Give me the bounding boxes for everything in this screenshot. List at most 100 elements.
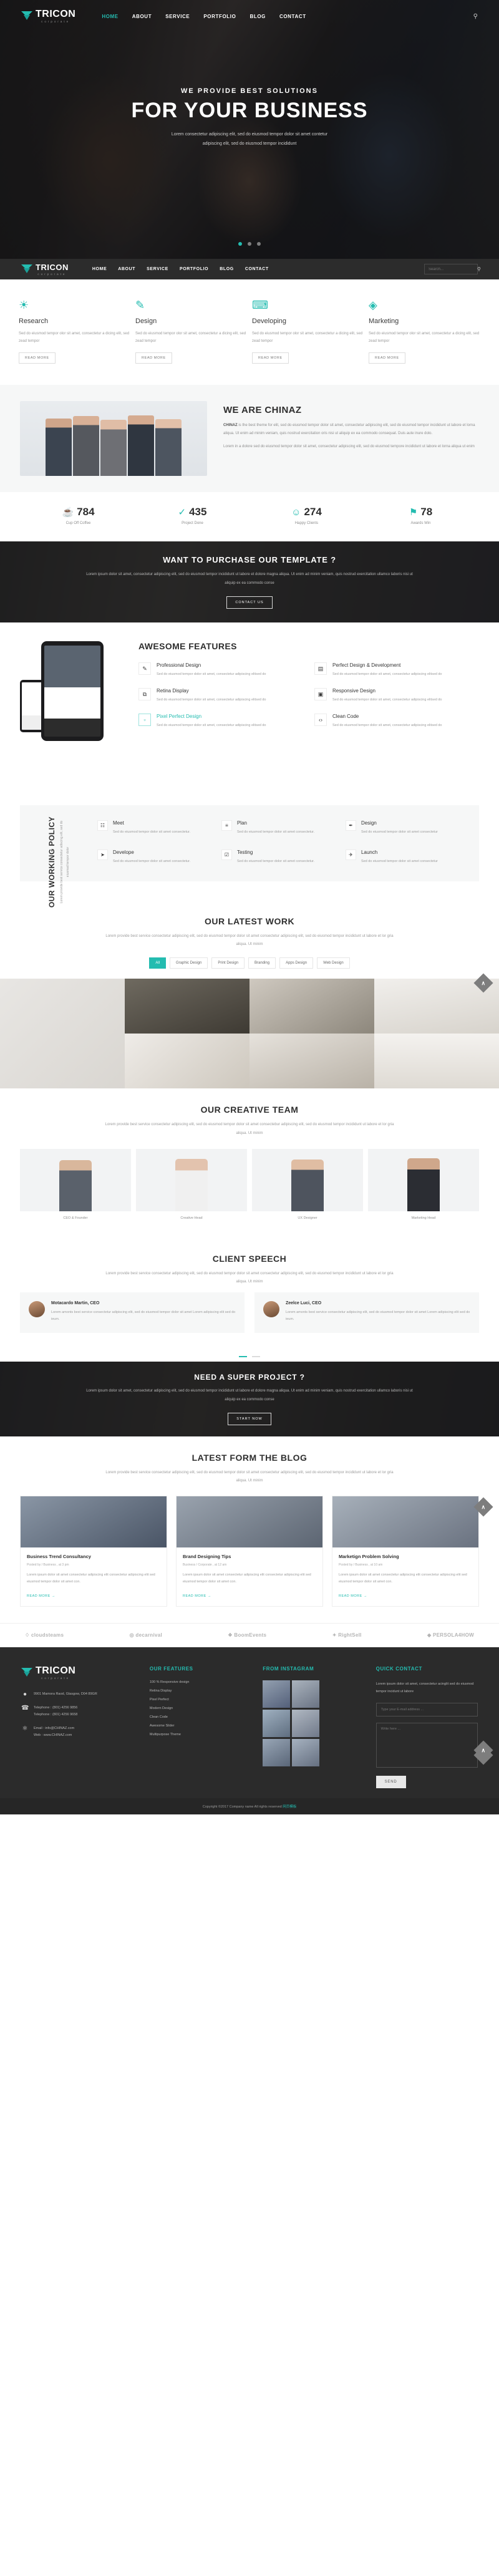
nav-item-about[interactable]: ABOUT [132, 14, 152, 19]
counter-coffee: ☕ 784 Cup Off Coffee [21, 506, 135, 525]
search-input[interactable] [429, 267, 477, 271]
search-box[interactable]: ⚲ [424, 264, 481, 274]
team-member[interactable]: Marketing Head [368, 1148, 479, 1220]
instagram-thumb[interactable] [292, 1738, 320, 1766]
testimonial-pager[interactable] [0, 1352, 499, 1362]
filter-apps-design[interactable]: Apps Design [279, 957, 314, 969]
team-member[interactable]: UX Designer [252, 1148, 363, 1220]
instagram-thumb[interactable] [263, 1680, 291, 1708]
search-icon[interactable]: ⚲ [473, 13, 478, 20]
portfolio-item[interactable] [374, 1034, 499, 1089]
sticky-nav-item-portfolio[interactable]: PORTFOLIO [180, 267, 208, 271]
client-logo-decarnival[interactable]: ◎ decarnival [130, 1632, 162, 1638]
portfolio-item[interactable] [125, 1034, 250, 1089]
blog-post-meta: Posted by / Business , at 10 am [339, 1562, 383, 1567]
feature-title: Professional Design [157, 662, 201, 668]
client-logo-persola[interactable]: ◆ PERSOLA4HOW [427, 1632, 474, 1638]
search-icon[interactable]: ⚲ [477, 266, 481, 272]
filter-web-design[interactable]: Web Design [317, 957, 350, 969]
testimonial-dot-1[interactable] [239, 1356, 248, 1358]
hero-dot-1[interactable] [238, 242, 242, 246]
footer-web[interactable]: Web : www.CHINAZ.com [34, 1732, 74, 1739]
about-paragraph-2: Lorem in a dolore sed do eiusmod tempor … [223, 445, 475, 449]
logo-diamond-icon [21, 10, 32, 22]
filter-all[interactable]: All [149, 957, 166, 969]
feature-text: Sed do eiusmod tempor dolor sit amet, co… [157, 698, 266, 702]
working-policy-section: OUR WORKING POLICY Lorem provide best se… [0, 797, 499, 908]
blog-post-card[interactable]: Business Trend Consultancy Posted by / B… [20, 1495, 167, 1607]
logo[interactable]: TRICON corporate [21, 9, 75, 23]
contact-us-button[interactable]: CONTACT US [226, 596, 273, 609]
rocket-icon: ✈ [345, 850, 356, 860]
team-member[interactable]: CEO & Founder [20, 1148, 131, 1220]
coffee-icon: ☕ [62, 507, 74, 518]
read-more-button[interactable]: READ MORE [252, 352, 289, 364]
sticky-nav-item-home[interactable]: HOME [92, 267, 107, 271]
email-field[interactable] [375, 1702, 478, 1717]
about-paragraph-1: CHINAZ is the best theme for elit, sed d… [223, 424, 475, 436]
nav-item-service[interactable]: SERVICE [165, 14, 190, 19]
sticky-nav-item-contact[interactable]: CONTACT [245, 267, 269, 271]
read-more-button[interactable]: READ MORE [135, 352, 172, 364]
counter-label: Awards Win [410, 521, 431, 525]
hero-slider-dots[interactable] [0, 240, 499, 248]
footer-email[interactable]: Email : info@CHINAZ.com [34, 1725, 74, 1732]
clients-logos-section: ♢ cloudsteams ◎ decarnival ❖ BoomEvents … [0, 1622, 499, 1647]
footer-email-row: ⚛ Email : info@CHINAZ.com Web : www.CHIN… [21, 1725, 138, 1739]
services-section: ☀ Research Sed do eiusmod tempor olor si… [0, 279, 499, 385]
blog-post-card[interactable]: Brand Designing Tips Business / Corporat… [176, 1495, 323, 1607]
filter-graphic-design[interactable]: Graphic Design [169, 957, 208, 969]
start-now-button[interactable]: START NOW [228, 1412, 271, 1425]
read-more-button[interactable]: READ MORE [19, 352, 56, 364]
client-logo-rightsell[interactable]: ✦ RightSell [332, 1632, 362, 1638]
instagram-thumb[interactable] [263, 1738, 291, 1766]
nav-item-blog[interactable]: BLOG [250, 14, 266, 19]
sticky-nav-item-about[interactable]: ABOUT [118, 267, 135, 271]
copyright-link[interactable]: 网页模板 [283, 1805, 296, 1809]
blog-post-card[interactable]: Marketign Problem Solving Posted by / Bu… [332, 1495, 479, 1607]
nav-item-portfolio[interactable]: PORTFOLIO [203, 14, 236, 19]
client-logo-boomevents[interactable]: ❖ BoomEvents [228, 1632, 266, 1638]
hero-title: FOR YOUR BUSINESS [131, 99, 368, 122]
team-member-role: Marketing Head [411, 1216, 436, 1220]
hero-dot-2[interactable] [248, 242, 251, 246]
portfolio-item[interactable] [125, 979, 250, 1034]
portfolio-item[interactable] [0, 979, 125, 1089]
instagram-thumb[interactable] [292, 1680, 320, 1708]
feature-retina-display: ⧉ Retina Display Sed do eiusmod tempor d… [138, 688, 303, 704]
filter-print-design[interactable]: Print Design [211, 957, 245, 969]
testimonial-dot-2[interactable] [251, 1356, 260, 1358]
client-logo-cloudsteams[interactable]: ♢ cloudsteams [25, 1632, 64, 1638]
blog-post-excerpt: Lorem ipsum dolor sit amet consectetur a… [27, 1572, 155, 1584]
testimonial-quote: Lorem amonts best service consectetur ad… [51, 1310, 236, 1322]
sticky-nav-item-blog[interactable]: BLOG [220, 267, 234, 271]
instagram-thumb[interactable] [263, 1709, 291, 1737]
team-member-photo [20, 1148, 131, 1211]
checkbox-icon: ☑ [221, 850, 232, 860]
sticky-logo[interactable]: TRICON corporate [21, 263, 69, 276]
hero-section: TRICON corporate HOME ABOUT SERVICE PORT… [0, 0, 499, 259]
team-member-photo [252, 1148, 363, 1211]
send-button[interactable]: SEND [375, 1775, 406, 1788]
team-member[interactable]: Creative Head [136, 1148, 247, 1220]
blog-read-more-link[interactable]: READ MORE → [183, 1594, 211, 1598]
sticky-nav-item-service[interactable]: SERVICE [147, 267, 168, 271]
footer: TRICON corporate ● 9901 Mamora Raod, Gla… [0, 1647, 499, 1798]
filter-branding[interactable]: Branding [248, 957, 276, 969]
hero-dot-3[interactable] [257, 242, 261, 246]
blog-read-more-link[interactable]: READ MORE → [339, 1594, 367, 1598]
footer-logo[interactable]: TRICON corporate [21, 1665, 138, 1680]
message-field[interactable] [375, 1722, 478, 1768]
cta2-text: Lorem ipsum dolor sit amet, consectetur … [86, 1389, 413, 1402]
instagram-thumb[interactable] [292, 1709, 320, 1737]
read-more-button[interactable]: READ MORE [369, 352, 405, 364]
portfolio-item[interactable] [250, 979, 374, 1034]
counter-value: 784 [77, 506, 95, 518]
portfolio-item[interactable] [250, 1034, 374, 1089]
feature-clean-code: ‹› Clean Code Sed do eiusmod tempor dolo… [314, 714, 479, 729]
blog-read-more-link[interactable]: READ MORE → [27, 1594, 56, 1598]
nav-item-contact[interactable]: CONTACT [279, 14, 306, 19]
footer-contact-title: QUICK CONTACT [375, 1665, 422, 1672]
nav-item-home[interactable]: HOME [102, 14, 118, 19]
blog-post-title: Marketign Problem Solving [339, 1553, 399, 1559]
